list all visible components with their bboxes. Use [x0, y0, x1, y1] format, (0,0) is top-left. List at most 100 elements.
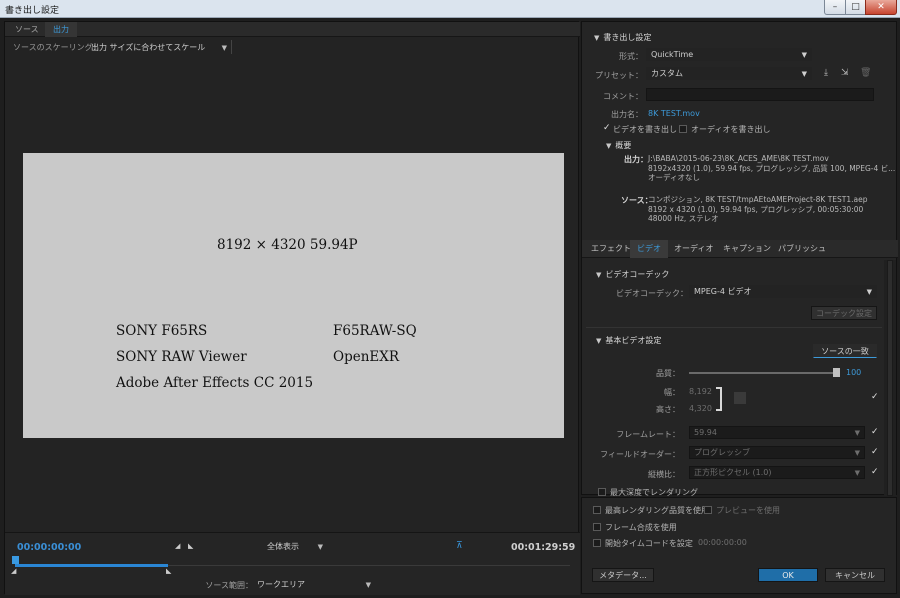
use-previews-checkbox[interactable] — [704, 506, 712, 514]
link-icon[interactable] — [734, 392, 746, 404]
framerate-dropdown[interactable]: 59.94 ▼ — [689, 426, 865, 439]
preset-label: プリセット： — [595, 71, 643, 80]
tab-video[interactable]: ビデオ — [630, 240, 668, 258]
tab-audio[interactable]: オーディオ — [667, 240, 720, 258]
settings-scrollbar[interactable] — [884, 260, 896, 496]
crop-icon[interactable]: ⊼ — [456, 541, 463, 551]
basic-video-title: 基本ビデオ設定 — [605, 336, 662, 345]
summary-output-line: 8192x4320 (1.0), 59.94 fps, プログレッシブ, 品質 … — [648, 163, 896, 173]
field-order-dropdown[interactable]: プログレッシブ ▼ — [689, 446, 865, 459]
scaling-label: ソースのスケーリング： — [13, 43, 101, 52]
chevron-down-icon: ▼ — [801, 70, 807, 78]
export-video-label: ビデオを書き出し — [613, 125, 677, 134]
chevron-down-icon: ▼ — [854, 429, 860, 437]
tab-publish[interactable]: パブリッシュ — [771, 240, 833, 258]
match-size-checkbox[interactable]: ✓ — [871, 392, 879, 402]
out-point-icon[interactable]: ◣ — [166, 567, 171, 575]
timecode-in[interactable]: 00:00:00:00 — [17, 542, 81, 553]
export-audio-checkbox[interactable] — [679, 125, 687, 133]
source-range-dropdown[interactable]: ワークエリア ▼ — [257, 579, 371, 591]
height-value[interactable]: 4,320 — [689, 404, 712, 413]
quality-slider[interactable] — [689, 372, 837, 374]
title-bar: 書き出し設定 – □ ✕ — [0, 0, 900, 18]
summary-header[interactable]: ▼ 概要 — [606, 140, 631, 151]
codec-settings-button[interactable]: コーデック設定 — [811, 306, 877, 320]
quality-slider-handle[interactable] — [833, 368, 840, 377]
chevron-down-icon: ▼ — [221, 44, 227, 52]
summary-source: コンポジション, 8K TEST/tmpAEtoAMEProject-8K TE… — [648, 195, 868, 224]
quality-value[interactable]: 100 — [846, 368, 861, 377]
link-bracket — [716, 387, 722, 411]
metadata-button[interactable]: メタデータ... — [592, 568, 654, 582]
zoom-dropdown[interactable]: 全体表示 ▼ — [267, 541, 323, 553]
collapse-icon: ▼ — [596, 271, 602, 279]
work-area-bar[interactable] — [15, 564, 168, 567]
use-previews-label: プレビューを使用 — [716, 506, 780, 515]
cancel-button[interactable]: キャンセル — [825, 568, 885, 582]
scaling-dropdown[interactable]: 出力 サイズに合わせてスケール ▼ — [91, 42, 227, 54]
quality-label: 品質： — [656, 369, 680, 378]
chevron-down-icon: ▼ — [801, 51, 807, 59]
video-codec-label: ビデオコーデック： — [616, 289, 688, 298]
start-timecode-label: 開始タイムコードを設定 — [605, 539, 693, 548]
frame-blending-checkbox[interactable] — [593, 523, 601, 531]
comment-label: コメント： — [603, 92, 643, 101]
max-depth-checkbox[interactable] — [598, 488, 606, 496]
match-aspect-checkbox[interactable]: ✓ — [871, 467, 879, 477]
tab-output[interactable]: 出力 — [45, 22, 77, 37]
maximize-button[interactable]: □ — [845, 0, 866, 15]
start-timecode-checkbox[interactable] — [593, 539, 601, 547]
aspect-label: 縦横比： — [648, 470, 680, 479]
export-settings-header[interactable]: ▼ 書き出し設定 — [594, 32, 651, 43]
aspect-value: 正方形ピクセル (1.0) — [694, 468, 772, 477]
comment-input[interactable] — [646, 88, 874, 101]
tab-captions[interactable]: キャプション — [716, 240, 778, 258]
output-name-label: 出力名： — [611, 110, 643, 119]
output-name-link[interactable]: 8K TEST.mov — [648, 109, 700, 118]
chevron-down-icon: ▼ — [854, 449, 860, 457]
match-framerate-checkbox[interactable]: ✓ — [871, 427, 879, 437]
export-video-checkbox[interactable]: ✓ — [603, 123, 611, 133]
frame-blending-label: フレーム合成を使用 — [605, 523, 677, 532]
match-field-order-checkbox[interactable]: ✓ — [871, 447, 879, 457]
framerate-label: フレームレート： — [616, 430, 680, 439]
minimize-button[interactable]: – — [824, 0, 846, 15]
video-codec-dropdown[interactable]: MPEG-4 ビデオ ▼ — [689, 285, 877, 298]
ok-button[interactable]: OK — [758, 568, 818, 582]
video-codec-value: MPEG-4 ビデオ — [694, 287, 752, 296]
start-timecode-value[interactable]: 00:00:00:00 — [698, 538, 747, 547]
chevron-down-icon: ▼ — [866, 288, 872, 296]
set-in-icon[interactable]: ◢ — [175, 542, 180, 550]
video-codec-title: ビデオコーデック — [605, 270, 670, 279]
scaling-value: 出力 サイズに合わせてスケール — [91, 43, 206, 52]
preset-dropdown[interactable]: カスタム ▼ — [646, 67, 812, 80]
preview-text-exr: OpenEXR — [333, 349, 400, 365]
video-codec-header[interactable]: ▼ ビデオコーデック — [596, 269, 669, 280]
format-dropdown[interactable]: QuickTime ▼ — [646, 48, 812, 61]
width-value[interactable]: 8,192 — [689, 387, 712, 396]
summary-output: J:\BABA\2015-06-23\8K_ACES_AME\8K TEST.m… — [648, 154, 895, 183]
summary-source-line: 8192 x 4320 (1.0), 59.94 fps, プログレッシブ, 0… — [648, 204, 864, 214]
window-title: 書き出し設定 — [5, 6, 60, 16]
collapse-icon: ▼ — [594, 34, 600, 42]
trash-icon[interactable]: 🗑 — [860, 68, 871, 78]
zoom-value: 全体表示 — [267, 542, 299, 551]
max-render-quality-checkbox[interactable] — [593, 506, 601, 514]
in-point-icon[interactable]: ◢ — [11, 567, 16, 575]
divider — [231, 40, 232, 54]
tab-source[interactable]: ソース — [7, 22, 47, 37]
preview-tabs: ソース 出力 — [5, 22, 580, 37]
playhead[interactable] — [12, 556, 19, 564]
aspect-dropdown[interactable]: 正方形ピクセル (1.0) ▼ — [689, 466, 865, 479]
scrollbar-thumb[interactable] — [887, 260, 893, 496]
summary-title: 概要 — [615, 141, 632, 150]
match-source-button[interactable]: ソースの一致 — [813, 344, 877, 358]
close-button[interactable]: ✕ — [865, 0, 897, 15]
save-preset-icon[interactable]: ⤓ — [824, 68, 828, 78]
set-out-icon[interactable]: ◣ — [188, 542, 193, 550]
settings-tabs: エフェクト ビデオ オーディオ キャプション パブリッシュ — [582, 240, 898, 258]
preview-text-viewer: SONY RAW Viewer — [116, 349, 247, 365]
basic-video-header[interactable]: ▼ 基本ビデオ設定 — [596, 335, 661, 346]
import-preset-icon[interactable]: ⇲ — [841, 68, 849, 78]
preview-text-format: F65RAW-SQ — [333, 323, 417, 339]
